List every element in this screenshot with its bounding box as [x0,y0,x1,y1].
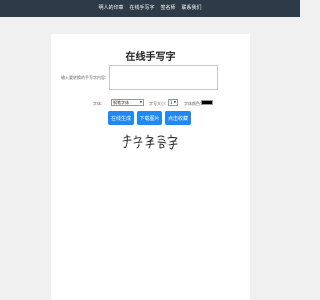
color-picker[interactable] [201,100,213,105]
signature-preview [122,134,178,150]
font-select-value: 钢笔字体 [113,100,129,105]
main-card: 在线手写字 输入要转换的手写字内容: 字体: 钢笔字体 ▼ 字号大小: 1 ▼ … [51,34,250,300]
collect-button[interactable]: 点击收藏 [165,111,191,125]
size-select[interactable]: 1 ▼ [168,99,178,106]
download-button[interactable]: 下载图片 [137,111,162,125]
content-label: 输入要转换的手写字内容: [61,75,107,80]
nav-item-signature[interactable]: 签名师 [161,0,176,17]
nav-item-handwriting[interactable]: 在线手写字 [129,0,154,17]
font-label: 字体: [93,101,103,106]
font-select[interactable]: 钢笔字体 ▼ [111,99,144,106]
chevron-down-icon: ▼ [139,100,142,104]
color-label: 字体颜色: [184,101,202,106]
size-label: 字号大小: [149,101,167,106]
page-title: 在线手写字 [125,52,176,63]
nav-item-seal[interactable]: 明人的印章 [98,0,123,17]
chevron-down-icon: ▼ [173,100,176,104]
nav-item-contact[interactable]: 联系我们 [182,0,202,17]
size-select-value: 1 [170,100,173,105]
content-textarea[interactable] [109,65,218,90]
generate-button[interactable]: 在线生成 [108,111,134,125]
top-nav: 明人的印章 在线手写字 签名师 联系我们 [0,0,300,17]
